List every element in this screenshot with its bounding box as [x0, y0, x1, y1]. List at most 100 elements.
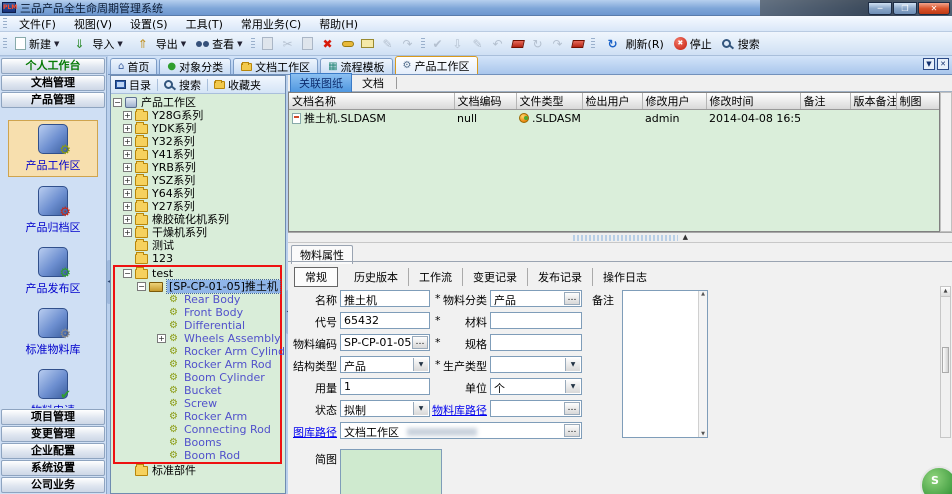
col-version-remark[interactable]: 版本备注	[850, 93, 896, 110]
edit-icon[interactable]: ✎	[470, 36, 486, 52]
scroll-up-icon[interactable]: ▲	[941, 287, 950, 297]
tree-part[interactable]: ⚙Rear Body	[115, 293, 280, 306]
table-row[interactable]: 推土机.SLDASM null .SLDASM admin 2014-04-08…	[289, 110, 939, 127]
sidebar-group-product[interactable]: 产品管理	[1, 92, 105, 108]
tree-part[interactable]: ⚙Boom Cylinder	[115, 371, 280, 384]
remark-textarea[interactable]: ▲▼	[622, 290, 708, 438]
tab-product-workspace[interactable]: ⚙ 产品工作区	[395, 56, 478, 74]
col-doc-code[interactable]: 文档编码	[454, 93, 516, 110]
tree-search-button[interactable]: 搜索	[160, 77, 205, 93]
category-field[interactable]: 产品…	[490, 290, 582, 307]
new-button[interactable]: 新建▼	[10, 34, 64, 54]
restore-button[interactable]: ❐	[893, 2, 917, 15]
tab-related-drawings[interactable]: 关联图纸	[290, 73, 352, 93]
unit-select[interactable]: 个▼	[490, 378, 582, 395]
remark-scrollbar[interactable]: ▲▼	[698, 291, 707, 437]
properties-scrollbar[interactable]: ▲	[940, 286, 951, 438]
tree-folder-standard-parts[interactable]: 标准部件	[111, 464, 285, 477]
tree-part[interactable]: ⚙Rocker Arm Cylinder	[115, 345, 280, 358]
tab-documents[interactable]: 文档	[354, 74, 392, 92]
tree-item-bulldozer[interactable]: − [SP-CP-01-05]推土机	[115, 280, 280, 293]
menu-tools[interactable]: 工具(T)	[177, 15, 232, 33]
expand-icon[interactable]: +	[123, 163, 132, 172]
collapse-icon[interactable]: −	[123, 269, 132, 278]
tree-part[interactable]: ⚙Booms	[115, 436, 280, 449]
export-button[interactable]: ⇑ 导出▼	[128, 34, 191, 54]
sidebar-item-material-request[interactable]: ✔ 物料申请	[8, 366, 98, 408]
sketch-image-box[interactable]	[340, 449, 442, 494]
tab-home[interactable]: ⌂ 首页	[110, 58, 157, 74]
expand-icon[interactable]: +	[123, 111, 132, 120]
tab-history-versions[interactable]: 历史版本	[344, 268, 409, 286]
splitter-handle[interactable]: ▲	[573, 235, 678, 241]
tree-root[interactable]: − 产品工作区	[111, 96, 285, 109]
col-remark[interactable]: 备注	[800, 93, 850, 110]
expand-icon[interactable]: +	[123, 150, 132, 159]
expand-icon[interactable]: +	[123, 176, 132, 185]
col-checkout-user[interactable]: 检出用户	[582, 93, 642, 110]
expand-icon[interactable]: +	[157, 334, 166, 343]
sidebar-group-enterprise[interactable]: 企业配置	[1, 443, 105, 459]
expand-icon[interactable]: +	[123, 215, 132, 224]
tab-general[interactable]: 常规	[294, 267, 338, 287]
sidebar-item-product-workspace[interactable]: ⚙ 产品工作区	[8, 120, 98, 177]
sidebar-group-company[interactable]: 公司业务	[1, 477, 105, 493]
tree-part-assembly[interactable]: +⚙Wheels Assembly	[115, 332, 280, 345]
col-modify-user[interactable]: 修改用户	[642, 93, 706, 110]
close-button[interactable]: ✕	[918, 2, 950, 15]
tree-folder[interactable]: +YDK系列	[111, 122, 285, 135]
col-file-type[interactable]: 文件类型	[516, 93, 582, 110]
rename-icon[interactable]	[360, 36, 376, 52]
tree-folder[interactable]: +YRB系列	[111, 161, 285, 174]
tree-folder[interactable]: +干燥机系列	[111, 226, 285, 239]
key-icon[interactable]	[340, 36, 356, 52]
tab-workflow[interactable]: 工作流	[409, 268, 463, 286]
spec-field[interactable]	[490, 334, 582, 351]
col-drawing[interactable]: 制图	[896, 93, 939, 110]
tree-folder[interactable]: +Y27系列	[111, 200, 285, 213]
tab-release-records[interactable]: 发布记录	[528, 268, 593, 286]
tab-process-template[interactable]: ▦ 流程模板	[320, 58, 392, 74]
expand-icon[interactable]: +	[123, 137, 132, 146]
expand-icon[interactable]: +	[123, 189, 132, 198]
expand-icon[interactable]: +	[123, 202, 132, 211]
tab-list-dropdown-button[interactable]: ▼	[923, 58, 935, 70]
sidebar-item-product-archive[interactable]: ⚙ 产品归档区	[8, 183, 98, 238]
tree-folder[interactable]: 测试	[111, 239, 285, 252]
tree-folder[interactable]: +Y41系列	[111, 148, 285, 161]
tree-part[interactable]: ⚙Rocker Arm Rod	[115, 358, 280, 371]
lasso-icon[interactable]: ↷	[400, 36, 416, 52]
tree-folder[interactable]: 123	[111, 252, 285, 265]
expand-icon[interactable]: +	[123, 124, 132, 133]
col-doc-name[interactable]: 文档名称	[289, 93, 454, 110]
link-icon[interactable]: ✎	[380, 36, 396, 52]
undo-icon[interactable]: ↶	[490, 36, 506, 52]
history-icon[interactable]: ↻	[530, 36, 546, 52]
menu-business[interactable]: 常用业务(C)	[232, 15, 310, 33]
tree-folder[interactable]: +橡胶硫化机系列	[111, 213, 285, 226]
tree-folder[interactable]: +Y64系列	[111, 187, 285, 200]
tab-operation-log[interactable]: 操作日志	[593, 268, 657, 286]
horizontal-splitter[interactable]: ▲	[288, 232, 952, 242]
minimize-button[interactable]: ─	[868, 2, 892, 15]
tab-document-workspace[interactable]: 文档工作区	[233, 58, 318, 74]
sidebar-group-change[interactable]: 变更管理	[1, 426, 105, 442]
material-field[interactable]	[490, 312, 582, 329]
dropdown-arrow-icon[interactable]: ▼	[565, 358, 580, 371]
tree-part[interactable]: ⚙Differential	[115, 319, 280, 332]
cut-icon[interactable]: ✂	[280, 36, 296, 52]
tree-folder[interactable]: +Y32系列	[111, 135, 285, 148]
catalog-button[interactable]: 目录	[111, 77, 155, 93]
gallery-path-field[interactable]: 文档工作区 …	[340, 422, 582, 439]
favorites-button[interactable]: 收藏夹	[210, 77, 265, 93]
redo-icon[interactable]: ↷	[550, 36, 566, 52]
browse-button[interactable]: …	[564, 402, 580, 415]
check-in-icon[interactable]: ✔	[430, 36, 446, 52]
eraser-icon[interactable]	[510, 36, 526, 52]
col-modify-time[interactable]: 修改时间	[706, 93, 800, 110]
tree-part[interactable]: ⚙Front Body	[115, 306, 280, 319]
tree-part[interactable]: ⚙Connecting Rod	[115, 423, 280, 436]
expand-icon[interactable]: +	[123, 228, 132, 237]
check-out-icon[interactable]: ⇩	[450, 36, 466, 52]
sidebar-group-project[interactable]: 项目管理	[1, 409, 105, 425]
